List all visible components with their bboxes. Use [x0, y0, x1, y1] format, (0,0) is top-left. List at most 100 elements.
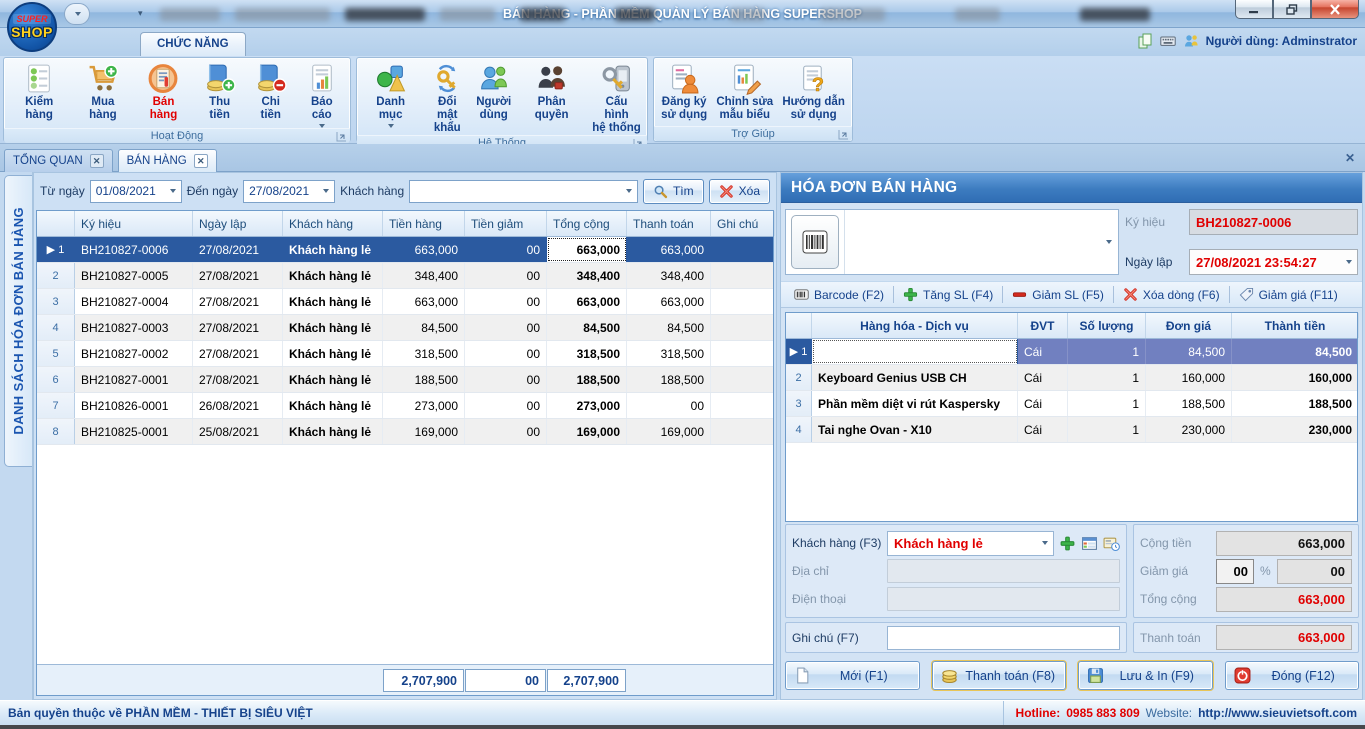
item-row[interactable]: 3Phần mềm diệt vi rút KasperskyCái1188,5… — [786, 391, 1357, 417]
note-input[interactable] — [887, 626, 1120, 650]
ribbon-button-mua-hang[interactable]: Mua hàng — [72, 61, 133, 128]
grid-cell: 26/08/2021 — [193, 393, 283, 418]
ribbon-button-chi-tien[interactable]: Chi tiền — [246, 61, 296, 128]
toolbar-button-giam-gia[interactable]: Giảm giá (F11) — [1230, 284, 1347, 305]
customer-card-icon[interactable] — [1103, 535, 1120, 552]
ribbon-button-thu-tien[interactable]: Thu tiền — [193, 61, 245, 128]
column-header[interactable]: Tiền giảm — [465, 211, 547, 236]
ribbon-button-label: Phân quyền — [519, 96, 584, 122]
toolbar-button-giam-sl[interactable]: Giảm SL (F5) — [1003, 284, 1113, 305]
invoice-row[interactable]: 2BH210827-000527/08/2021Khách hàng lẻ348… — [37, 263, 773, 289]
tab-chuc-nang[interactable]: CHỨC NĂNG — [140, 32, 246, 56]
column-header[interactable]: Ký hiệu — [75, 211, 193, 236]
column-header[interactable]: Thành tiền — [1232, 313, 1359, 338]
product-search-combo[interactable] — [844, 210, 1118, 274]
column-header[interactable]: ĐVT — [1018, 313, 1068, 338]
chevron-down-icon[interactable] — [626, 189, 632, 193]
document-tab-1[interactable]: TỔNG QUAN✕ — [4, 149, 113, 172]
item-row[interactable]: 2Keyboard Genius USB CHCái1160,000160,00… — [786, 365, 1357, 391]
invoice-date-input[interactable]: 27/08/2021 23:54:27 — [1189, 249, 1358, 275]
subtotal-label: Cộng tiền — [1140, 536, 1210, 550]
column-header[interactable]: Thanh toán — [627, 211, 711, 236]
invoice-row[interactable]: 4BH210827-000327/08/2021Khách hàng lẻ84,… — [37, 315, 773, 341]
close-button[interactable] — [1311, 0, 1359, 19]
blurred-menu-item — [820, 8, 885, 21]
ribbon-button-bao-cao[interactable]: Báo cáo — [296, 61, 348, 128]
ribbon-button-cau-hinh-he-thong[interactable]: Cấu hìnhhệ thống — [588, 61, 645, 135]
row-indicator: 3 — [786, 391, 812, 416]
moi-button[interactable]: Mới (F1) — [785, 661, 920, 690]
ribbon-button-doi-mat-khau[interactable]: Đổi mậtkhẩu — [422, 61, 472, 135]
ribbon-group: Đăng kýsử dụngChỉnh sửamẫu biểu?Hướng dẫ… — [653, 57, 853, 142]
column-header[interactable]: Tiền hàng — [383, 211, 465, 236]
find-button[interactable]: Tìm — [643, 179, 704, 204]
from-date-input[interactable]: 01/08/2021 — [90, 180, 182, 203]
ribbon-button-ban-hang[interactable]: Bán hàng — [134, 61, 194, 128]
keyboard-icon — [1160, 33, 1176, 49]
quick-access-toolbar[interactable] — [64, 3, 90, 25]
column-header[interactable]: Số lượng — [1068, 313, 1146, 338]
invoice-row[interactable]: 3BH210827-000427/08/2021Khách hàng lẻ663… — [37, 289, 773, 315]
close-document-icon[interactable]: ✕ — [1345, 151, 1355, 165]
column-header[interactable]: Tổng cộng — [547, 211, 627, 236]
total-tien-hang: 2,707,900 — [383, 669, 464, 692]
chevron-down-icon[interactable] — [1042, 541, 1048, 545]
barcode-button[interactable] — [791, 215, 839, 269]
toolbar-button-tang-sl[interactable]: Tăng SL (F4) — [894, 284, 1002, 305]
ribbon-button-phan-quyen[interactable]: Phân quyền — [515, 61, 588, 135]
column-header[interactable]: Ghi chú — [711, 211, 775, 236]
grid-cell: 27/08/2021 — [193, 289, 283, 314]
ribbon-button-kiem-hang[interactable]: Kiểm hàng — [6, 61, 72, 128]
dialog-launcher-icon[interactable] — [336, 131, 347, 142]
website-url[interactable]: http://www.sieuvietsoft.com — [1198, 706, 1357, 720]
qat-customize-icon[interactable]: ▾ — [138, 8, 143, 19]
clear-button[interactable]: Xóa — [709, 179, 770, 204]
users-pair-icon — [1183, 33, 1199, 49]
document-tab-2[interactable]: BÁN HÀNG✕ — [118, 149, 217, 172]
column-header[interactable]: Khách hàng — [283, 211, 383, 236]
chevron-down-icon[interactable] — [1106, 240, 1112, 244]
toolbar-button-xoa-dong[interactable]: Xóa dòng (F6) — [1114, 284, 1229, 305]
close-tab-icon[interactable]: ✕ — [90, 154, 104, 168]
dialog-launcher-icon[interactable] — [838, 129, 849, 140]
customer-list-icon[interactable] — [1081, 535, 1098, 552]
row-indicator: 3 — [37, 289, 75, 314]
ribbon-button-huong-dan-su-dung[interactable]: ?Hướng dẫnsử dụng — [778, 61, 849, 126]
invoice-meta-fields: Ký hiệu BH210827-0006 Ngày lập 27/08/202… — [1125, 209, 1358, 275]
ribbon-button-chinh-sua-mau-bieu[interactable]: Chỉnh sửamẫu biểu — [712, 61, 777, 126]
ribbon-button-nguoi-dung[interactable]: Ngườidùng — [472, 61, 515, 135]
to-date-input[interactable]: 27/08/2021 — [243, 180, 335, 203]
add-customer-icon[interactable] — [1059, 535, 1076, 552]
grid-corner-cell — [37, 211, 75, 236]
luu-in-button[interactable]: Lưu & In (F9) — [1078, 661, 1213, 690]
column-header[interactable]: Ngày lập — [193, 211, 283, 236]
grid-cell: BH210827-0003 — [75, 315, 193, 340]
customer-filter-combo[interactable] — [409, 180, 638, 203]
blurred-menu-item — [1080, 8, 1150, 21]
ribbon-button-dang-ky-su-dung[interactable]: Đăng kýsử dụng — [657, 61, 711, 126]
item-row[interactable]: 4Tai nghe Ovan - X10Cái1230,000230,000 — [786, 417, 1357, 443]
invoice-row[interactable]: 8BH210825-000125/08/2021Khách hàng lẻ169… — [37, 419, 773, 445]
thanh-toan-button[interactable]: Thanh toán (F8) — [932, 661, 1067, 690]
minimize-button[interactable] — [1235, 0, 1273, 19]
ribbon-button-danh-muc[interactable]: Danh mục — [359, 61, 422, 135]
invoice-row[interactable]: ▶ 1BH210827-000627/08/2021Khách hàng lẻ6… — [37, 237, 773, 263]
column-header[interactable]: Hàng hóa - Dịch vụ — [812, 313, 1018, 338]
item-row[interactable]: ▶ 1Chuột quang Genius DX 110Cái184,50084… — [786, 339, 1357, 365]
invoice-row[interactable]: 5BH210827-000227/08/2021Khách hàng lẻ318… — [37, 341, 773, 367]
dong-button[interactable]: Đóng (F12) — [1225, 661, 1360, 690]
customer-combo[interactable]: Khách hàng lẻ — [887, 531, 1054, 556]
sidebar-tab-invoice-list[interactable]: DANH SÁCH HÓA ĐƠN BÁN HÀNG — [4, 175, 32, 467]
close-tab-icon[interactable]: ✕ — [194, 154, 208, 168]
find-button-label: Tìm — [673, 184, 694, 198]
restore-button[interactable] — [1273, 0, 1311, 19]
chevron-down-icon[interactable] — [1346, 260, 1352, 264]
chevron-down-icon[interactable] — [323, 189, 329, 193]
toolbar-button-barcode[interactable]: Barcode (F2) — [785, 284, 893, 305]
grid-cell: 27/08/2021 — [193, 315, 283, 340]
chevron-down-icon[interactable] — [170, 189, 176, 193]
invoice-row[interactable]: 7BH210826-000126/08/2021Khách hàng lẻ273… — [37, 393, 773, 419]
column-header[interactable]: Đơn giá — [1146, 313, 1232, 338]
invoice-row[interactable]: 6BH210827-000127/08/2021Khách hàng lẻ188… — [37, 367, 773, 393]
discount-percent-input[interactable]: 00 — [1216, 559, 1254, 584]
